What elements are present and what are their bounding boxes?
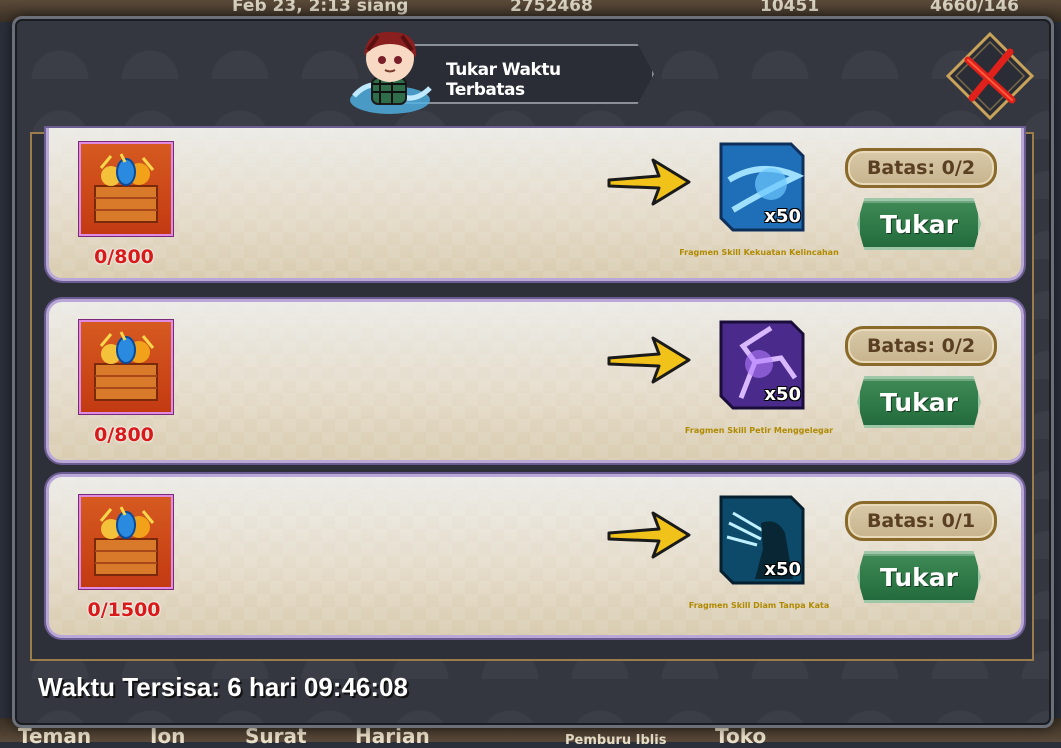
background-date: Feb 23, 2:13 siang bbox=[232, 0, 409, 16]
arrow-right-icon bbox=[607, 336, 691, 384]
gift-chest-icon bbox=[79, 142, 173, 236]
tukar-button[interactable]: Tukar bbox=[857, 376, 981, 428]
limit-badge: Batas: 0/1 bbox=[845, 501, 997, 541]
exchange-row-2: 0/800 x50 Fragmen Skill Petir Menggelega… bbox=[46, 299, 1024, 463]
arrow-right-icon bbox=[607, 511, 691, 559]
cost-label: 0/1500 bbox=[87, 599, 161, 621]
cost-label: 0/800 bbox=[94, 424, 154, 446]
time-remaining: Waktu Tersisa: 6 hari 09:46:08 bbox=[38, 672, 408, 702]
gift-chest-icon bbox=[79, 495, 173, 589]
character-avatar bbox=[350, 31, 432, 114]
exchange-row-3: 0/1500 x50 Fragmen Skill Diam Tanpa Kata… bbox=[46, 474, 1024, 638]
limit-badge: Batas: 0/2 bbox=[845, 148, 997, 188]
background-currency-b: 10451 bbox=[760, 0, 820, 16]
reward-name: Fragmen Skill Kekuatan Kelincahan bbox=[679, 248, 839, 257]
background-nav-pemburu: Pemburu Iblis bbox=[565, 733, 667, 748]
gift-chest-icon bbox=[79, 320, 173, 414]
tukar-button[interactable]: Tukar bbox=[857, 198, 981, 250]
close-button[interactable] bbox=[946, 32, 1034, 120]
reward-quantity: x50 bbox=[764, 206, 801, 227]
limit-badge: Batas: 0/2 bbox=[845, 326, 997, 366]
tukar-button[interactable]: Tukar bbox=[857, 551, 981, 603]
background-stamina: 4660/146 bbox=[930, 0, 1020, 16]
modal-title: Tukar Waktu Terbatas bbox=[446, 60, 561, 100]
arrow-right-icon bbox=[607, 158, 691, 206]
background-currency-a: 2752468 bbox=[510, 0, 593, 16]
exchange-row-1: 0/800 x50 Fragmen Skill Kekuatan Kelinca… bbox=[46, 128, 1024, 281]
reward-quantity: x50 bbox=[764, 559, 801, 580]
reward-name: Fragmen Skill Diam Tanpa Kata bbox=[688, 601, 830, 610]
reward-name: Fragmen Skill Petir Menggelegar bbox=[684, 426, 834, 435]
reward-quantity: x50 bbox=[764, 384, 801, 405]
cost-label: 0/800 bbox=[94, 246, 154, 268]
